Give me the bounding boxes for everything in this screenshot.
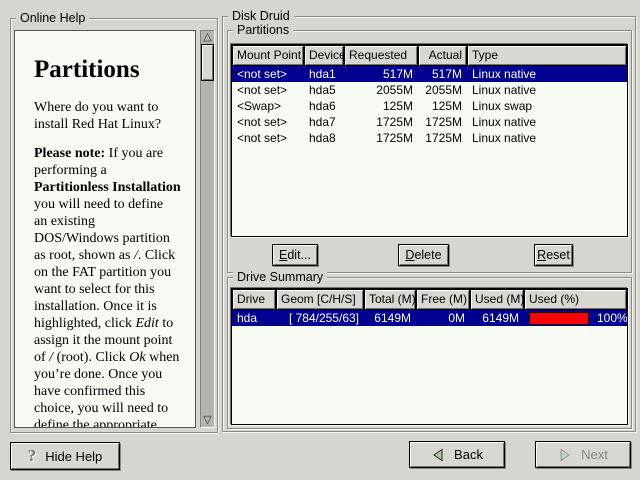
column-header-device[interactable]: Device (304, 45, 344, 66)
partitions-section: Partitions Mount Point Device Requested … (227, 30, 632, 273)
help-scrollbar[interactable]: △ ▽ (200, 30, 215, 428)
cell-used-percent: 100% (524, 311, 628, 325)
scrollbar-up-icon[interactable]: △ (201, 31, 214, 44)
back-arrow-icon (431, 448, 445, 462)
cell-actual: 125M (418, 98, 467, 114)
table-row[interactable]: hda [ 784/255/63] 6149M 0M 6149M 100% (232, 310, 627, 326)
table-row[interactable]: <not set> hda1 517M 517M Linux native (232, 66, 627, 82)
used-percent-bar (529, 312, 589, 325)
cell-type: Linux native (467, 130, 627, 146)
cell-requested: 517M (344, 66, 418, 82)
partitions-table-header: Mount Point Device Requested Actual Type (232, 45, 627, 66)
scrollbar-thumb[interactable] (201, 44, 214, 81)
cell-free: 0M (416, 310, 470, 326)
column-header-total[interactable]: Total (M) (364, 289, 416, 310)
cell-requested: 2055M (344, 82, 418, 98)
cell-actual: 2055M (418, 82, 467, 98)
cell-type: Linux native (467, 114, 627, 130)
disk-druid-frame-label: Disk Druid (228, 9, 294, 23)
cell-mount-point: <not set> (232, 114, 304, 130)
help-paragraph: Where do you want toinstall Red Hat Linu… (34, 99, 191, 133)
column-header-free[interactable]: Free (M) (416, 289, 470, 310)
column-header-mount-point[interactable]: Mount Point (232, 45, 304, 66)
cell-requested: 125M (344, 98, 418, 114)
cell-type: Linux native (467, 82, 627, 98)
column-header-drive[interactable]: Drive (232, 289, 276, 310)
edit-button[interactable]: Edit... (272, 244, 318, 266)
column-header-used-m[interactable]: Used (M) (470, 289, 524, 310)
question-mark-icon: ? (28, 446, 37, 466)
cell-device: hda1 (304, 66, 344, 82)
back-button[interactable]: Back (409, 441, 505, 468)
cell-requested: 1725M (344, 114, 418, 130)
column-header-requested[interactable]: Requested (344, 45, 418, 66)
cell-actual: 1725M (418, 114, 467, 130)
drive-summary-table-header: Drive Geom [C/H/S] Total (M) Free (M) Us… (232, 289, 627, 310)
next-label: Next (581, 447, 608, 462)
drive-summary-frame-label: Drive Summary (233, 270, 327, 284)
delete-button[interactable]: Delete (398, 244, 449, 266)
cell-actual: 1725M (418, 130, 467, 146)
cell-type: Linux native (467, 66, 627, 82)
cell-used: 6149M (470, 310, 524, 326)
hide-help-label: Hide Help (45, 449, 102, 464)
table-row[interactable]: <not set> hda5 2055M 2055M Linux native (232, 82, 627, 98)
next-button[interactable]: Next (535, 441, 631, 468)
next-arrow-icon (558, 448, 572, 462)
table-row[interactable]: <not set> hda7 1725M 1725M Linux native (232, 114, 627, 130)
table-row[interactable]: <not set> hda8 1725M 1725M Linux native (232, 130, 627, 146)
cell-mount-point: <not set> (232, 82, 304, 98)
online-help-panel: Online Help Partitions Where do you want… (10, 18, 218, 433)
help-text-viewport: Partitions Where do you want toinstall R… (14, 30, 196, 428)
drive-summary-table: Drive Geom [C/H/S] Total (M) Free (M) Us… (231, 288, 628, 425)
partitions-frame-label: Partitions (233, 23, 293, 37)
partitions-table: Mount Point Device Requested Actual Type… (231, 44, 628, 237)
hide-help-button[interactable]: ? Hide Help (10, 442, 120, 470)
drive-summary-section: Drive Summary Drive Geom [C/H/S] Total (… (227, 277, 632, 429)
column-header-actual[interactable]: Actual (418, 45, 467, 66)
help-title: Partitions (34, 56, 191, 84)
cell-mount-point: <not set> (232, 130, 304, 146)
cell-requested: 1725M (344, 130, 418, 146)
cell-device: hda5 (304, 82, 344, 98)
table-row[interactable]: <Swap> hda6 125M 125M Linux swap (232, 98, 627, 114)
column-header-type[interactable]: Type (467, 45, 627, 66)
online-help-frame-label: Online Help (16, 11, 89, 25)
cell-mount-point: <not set> (232, 66, 304, 82)
column-header-used-pct[interactable]: Used (%) (524, 289, 627, 310)
reset-button[interactable]: Reset (534, 244, 573, 266)
cell-drive: hda (232, 310, 276, 326)
back-label: Back (454, 447, 483, 462)
cell-geom: [ 784/255/63] (276, 310, 364, 326)
cell-actual: 517M (418, 66, 467, 82)
cell-device: hda6 (304, 98, 344, 114)
cell-type: Linux swap (467, 98, 627, 114)
scrollbar-down-icon[interactable]: ▽ (201, 414, 214, 427)
help-paragraph: Please note: If you areperforming aParti… (34, 145, 191, 428)
cell-mount-point: <Swap> (232, 98, 304, 114)
column-header-geom[interactable]: Geom [C/H/S] (276, 289, 364, 310)
cell-total: 6149M (364, 310, 416, 326)
cell-device: hda7 (304, 114, 344, 130)
used-percent-value: 100% (597, 311, 628, 325)
cell-device: hda8 (304, 130, 344, 146)
